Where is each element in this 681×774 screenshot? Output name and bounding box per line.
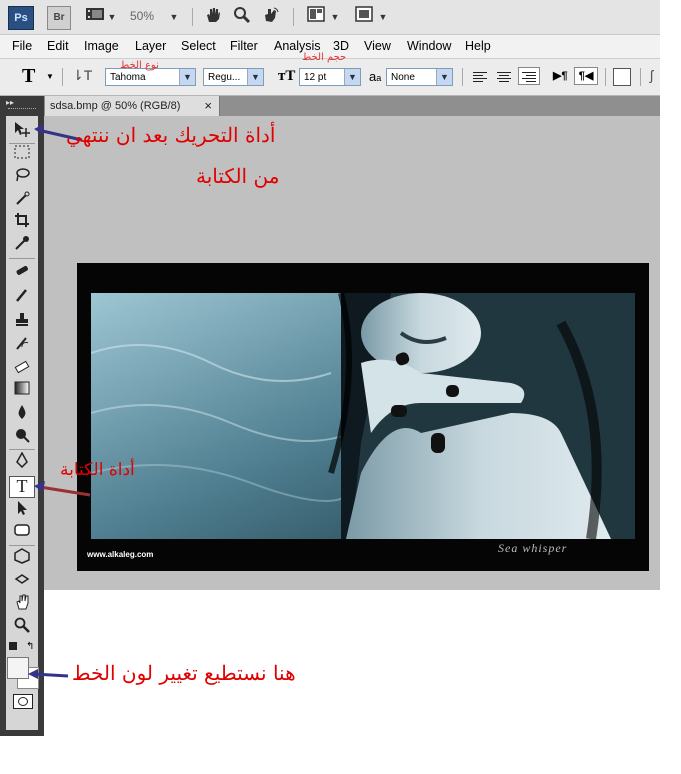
annotation-move-tool: أداة التحريك بعد ان ننتهي (66, 123, 276, 147)
arrow-color (28, 669, 69, 679)
annotation-color: هنا نستطيع تغيير لون الخط (72, 661, 296, 685)
annotation-move-tool-line2: من الكتابة (196, 164, 280, 188)
annotation-font-size: حجم الخط (302, 52, 347, 63)
annotation-type-tool: أداة الكتابة (60, 460, 135, 480)
annotation-font-type: نوع الخط (120, 60, 159, 71)
arrow-type-tool (34, 481, 91, 497)
annotation-arrows (28, 124, 91, 679)
